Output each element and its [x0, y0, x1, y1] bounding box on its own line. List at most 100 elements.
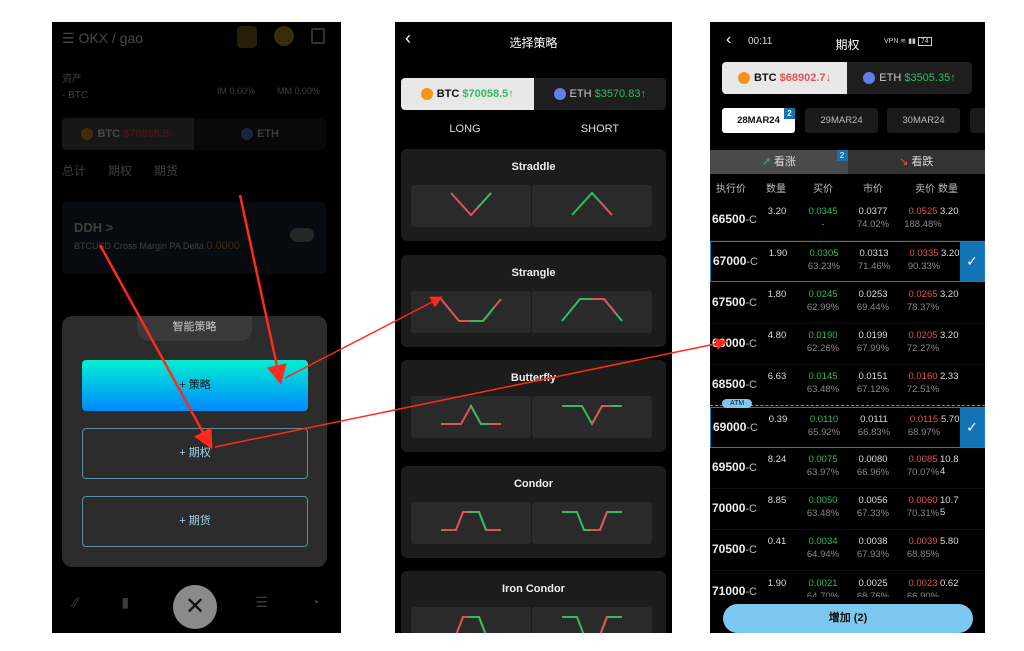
orders-icon[interactable]: ☰ — [255, 594, 268, 611]
coin-toggle[interactable]: BTC $68902.7↓ ETH $3505.35↑ — [722, 62, 972, 94]
date-tab-28mar24[interactable]: 28MAR24 2 — [722, 108, 795, 133]
analysis-icon[interactable]: ◔ — [311, 594, 319, 611]
tab-total[interactable]: 总计 — [62, 162, 86, 179]
call-put-toggle[interactable]: ↗ 看涨 2 ↘ 看跌 — [710, 150, 985, 174]
bid-price[interactable]: 0.0050 — [798, 495, 848, 506]
btc-tab[interactable]: BTC $68902.7↓ — [722, 62, 847, 94]
option-row-68000[interactable]: 68000-C 4.80 0.0190 62.26% 0.0199 67.99%… — [710, 324, 985, 365]
ddh-card[interactable]: DDH > BTCUSD Cross Margin PA Delta 0.000… — [62, 202, 326, 274]
close-button[interactable]: ✕ — [173, 585, 217, 629]
bid-price[interactable]: 0.0110 — [799, 414, 849, 425]
short-payoff-button[interactable] — [532, 290, 652, 333]
payoff-diagram-icon — [440, 297, 502, 322]
call-tab[interactable]: ↗ 看涨 2 — [710, 150, 848, 174]
bid-price[interactable]: 0.0245 — [798, 289, 848, 300]
mark-price: 0.0038 — [858, 536, 888, 548]
short-payoff-button[interactable] — [532, 607, 652, 633]
bid-price[interactable]: 0.0345 — [798, 206, 848, 217]
put-label: 看跌 — [911, 156, 934, 168]
strike-price: 70000 — [712, 501, 746, 516]
option-row-70500[interactable]: 70500-C 0.41 0.0034 64.94% 0.0038 67.93%… — [710, 530, 985, 572]
eth-tab[interactable]: ETH $3505.35↑ — [847, 62, 972, 94]
eth-icon — [863, 72, 876, 84]
coin-toggle[interactable]: BTC $70058.5↑ ETH $3570.83↑ — [401, 78, 666, 110]
btc-tab[interactable]: BTC $70058.5↑ — [401, 78, 534, 110]
eth-tab[interactable]: ETH — [194, 118, 326, 150]
table-header: 执行价 数量 买价 市价 卖价 数量 — [710, 180, 985, 198]
strategy-card-strangle: Strangle — [401, 254, 666, 347]
add-options-button[interactable]: + 期权 — [82, 428, 308, 479]
page-title: 选择策略 — [509, 36, 558, 50]
bid-price[interactable]: 0.0190 — [798, 330, 848, 341]
trade-icon[interactable]: ⁄⁄ — [74, 594, 79, 611]
ask-iv: 78.37% — [906, 301, 940, 313]
assets-label: 资产 — [62, 74, 82, 85]
date-tab-more[interactable] — [970, 108, 985, 133]
menu-icon[interactable]: ☰ — [62, 30, 78, 46]
bid-price[interactable]: 0.0021 — [798, 578, 848, 589]
ask-iv: 90.33% — [907, 261, 941, 273]
medal-icon[interactable] — [274, 26, 294, 46]
option-row-69000[interactable]: 69000-C 0.39 0.0110 65.92% 0.0111 66.83%… — [710, 406, 985, 448]
date-tab-30mar24[interactable]: 30MAR24 — [887, 108, 960, 133]
option-row-66500[interactable]: 66500-C 3.20 0.0345 - 0.0377 74.02% 0.05… — [710, 200, 985, 241]
short-payoff-button[interactable] — [532, 501, 652, 544]
bid-price[interactable]: 0.0075 — [798, 454, 848, 465]
popup-title: 智能策略 — [137, 316, 252, 341]
payoff-line — [562, 616, 622, 633]
option-row-67000[interactable]: 67000-C 1.90 0.0305 63.23% 0.0313 71.46%… — [710, 241, 985, 283]
ask-qty: 3.20 — [940, 329, 959, 341]
trophy-icon[interactable] — [237, 26, 257, 48]
bid-iv: 63.48% — [806, 508, 840, 520]
tab-futures[interactable]: 期货 — [154, 162, 178, 179]
mark-iv: 66.96% — [856, 466, 890, 478]
long-payoff-button[interactable] — [411, 501, 531, 544]
atm-badge: ATM — [722, 398, 753, 408]
im-value: IM 0.00% — [217, 86, 256, 96]
payoff-line-alt — [441, 510, 501, 531]
strike: 69000-C — [713, 420, 758, 434]
option-row-70000[interactable]: 70000-C 8.85 0.0050 63.48% 0.0056 67.33%… — [710, 489, 985, 531]
bid-price[interactable]: 0.0145 — [798, 371, 848, 382]
bid-price[interactable]: 0.0305 — [799, 248, 849, 259]
vpn-icon: VPN — [884, 38, 899, 45]
short-payoff-button[interactable] — [532, 396, 652, 438]
payoff-line-alt — [562, 405, 622, 427]
bid-qty: 8.85 — [767, 495, 787, 507]
bid-qty: 1.80 — [767, 288, 787, 300]
btc-tab[interactable]: BTC $70058.5↓ — [62, 118, 194, 150]
option-row-69500[interactable]: 69500-C 8.24 0.0075 63.97% 0.0080 66.96%… — [710, 448, 985, 489]
check-icon[interactable]: ✓ — [960, 242, 984, 282]
long-payoff-button[interactable] — [411, 185, 531, 227]
long-payoff-button[interactable] — [411, 290, 531, 333]
bid-price[interactable]: 0.0034 — [798, 536, 848, 547]
tab-options[interactable]: 期权 — [108, 162, 132, 179]
payoff-diagram-icon — [562, 616, 622, 633]
bid-iv: - — [821, 219, 825, 230]
add-futures-button[interactable]: + 期货 — [82, 496, 308, 547]
date-tab-29mar24[interactable]: 29MAR24 — [805, 108, 878, 133]
calendar-icon[interactable] — [311, 28, 325, 44]
options-table[interactable]: 66500-C 3.20 0.0345 - 0.0377 74.02% 0.05… — [710, 200, 985, 597]
mark-iv: 67.12% — [856, 384, 890, 396]
payoff-line-alt — [441, 403, 501, 425]
trend-up-icon: ↗ — [761, 156, 771, 168]
positions-icon[interactable]: ▮ — [121, 594, 129, 611]
option-row-71000[interactable]: 71000-C 1.90 0.0021 64.70% 0.0025 68.76%… — [710, 572, 985, 597]
mark-iv: 69.44% — [856, 301, 890, 313]
check-icon[interactable]: ✓ — [960, 407, 984, 447]
add-button[interactable]: 增加 (2) — [723, 604, 973, 633]
payoff-line — [562, 510, 622, 531]
ddh-toggle[interactable] — [290, 228, 314, 242]
payoff-line-alt — [571, 191, 613, 216]
option-row-67500[interactable]: 67500-C 1.80 0.0245 62.99% 0.0253 69.44%… — [710, 283, 985, 324]
eth-tab[interactable]: ETH $3570.83↑ — [534, 78, 667, 110]
short-payoff-button[interactable] — [532, 185, 652, 227]
coin-toggle[interactable]: BTC $70058.5↓ ETH — [62, 118, 326, 150]
long-payoff-button[interactable] — [411, 607, 531, 633]
put-tab[interactable]: ↘ 看跌 — [848, 150, 986, 174]
add-strategy-button[interactable]: + 策略 — [82, 360, 308, 411]
date-label: 28MAR24 — [737, 115, 780, 126]
long-payoff-button[interactable] — [411, 396, 531, 438]
bid-qty: 1.90 — [768, 248, 788, 260]
